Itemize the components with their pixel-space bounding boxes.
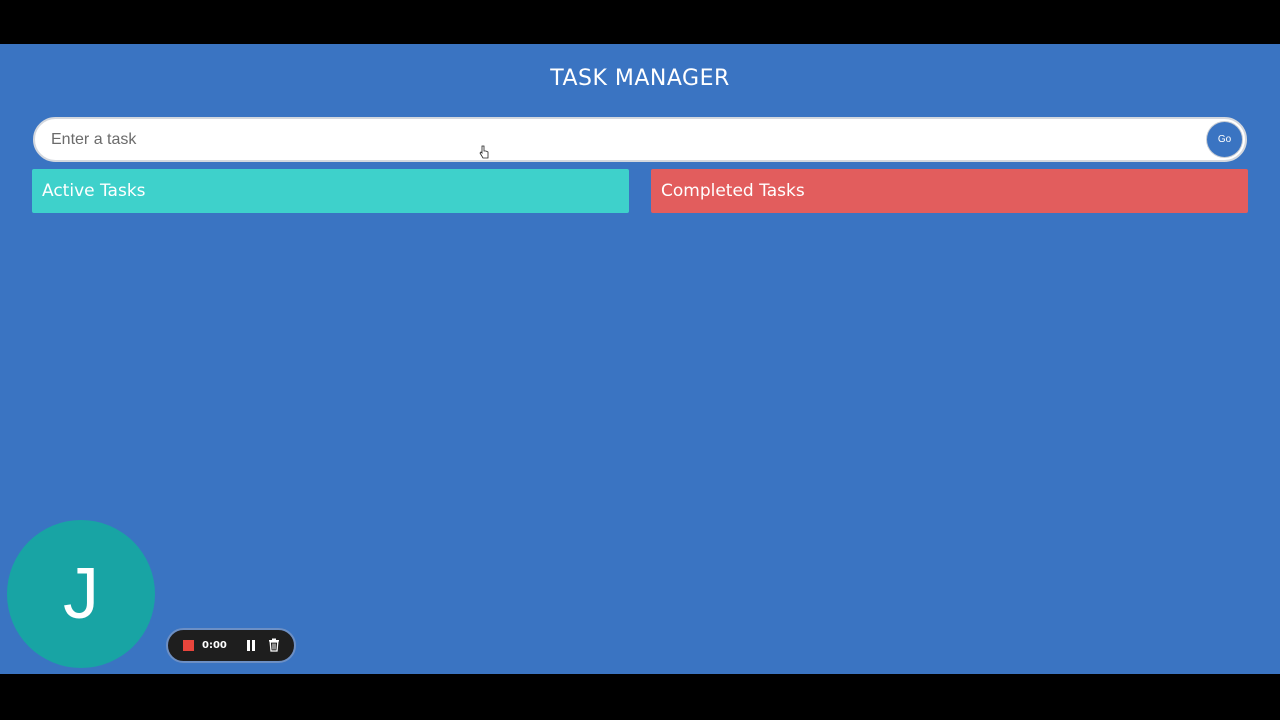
task-form: Go [33,117,1247,162]
active-tasks-label: Active Tasks [42,181,146,201]
page-title: TASK MANAGER [550,66,730,91]
stop-icon[interactable] [183,640,194,651]
recording-controls: 0:00 [166,628,296,663]
task-manager-app: TASK MANAGER Go Active Tasks Completed T… [0,44,1280,674]
trash-icon[interactable] [268,638,280,652]
letterbox-bottom [0,674,1280,720]
task-input[interactable] [51,119,1191,160]
recording-time: 0:00 [202,640,227,651]
pause-icon[interactable] [246,639,256,652]
letterbox-top [0,0,1280,44]
completed-tasks-label: Completed Tasks [661,181,805,201]
avatar[interactable]: J [7,520,155,668]
active-tasks-panel: Active Tasks [32,169,629,213]
hand-cursor-icon [479,145,489,159]
go-button[interactable]: Go [1207,122,1242,157]
completed-tasks-panel: Completed Tasks [651,169,1248,213]
